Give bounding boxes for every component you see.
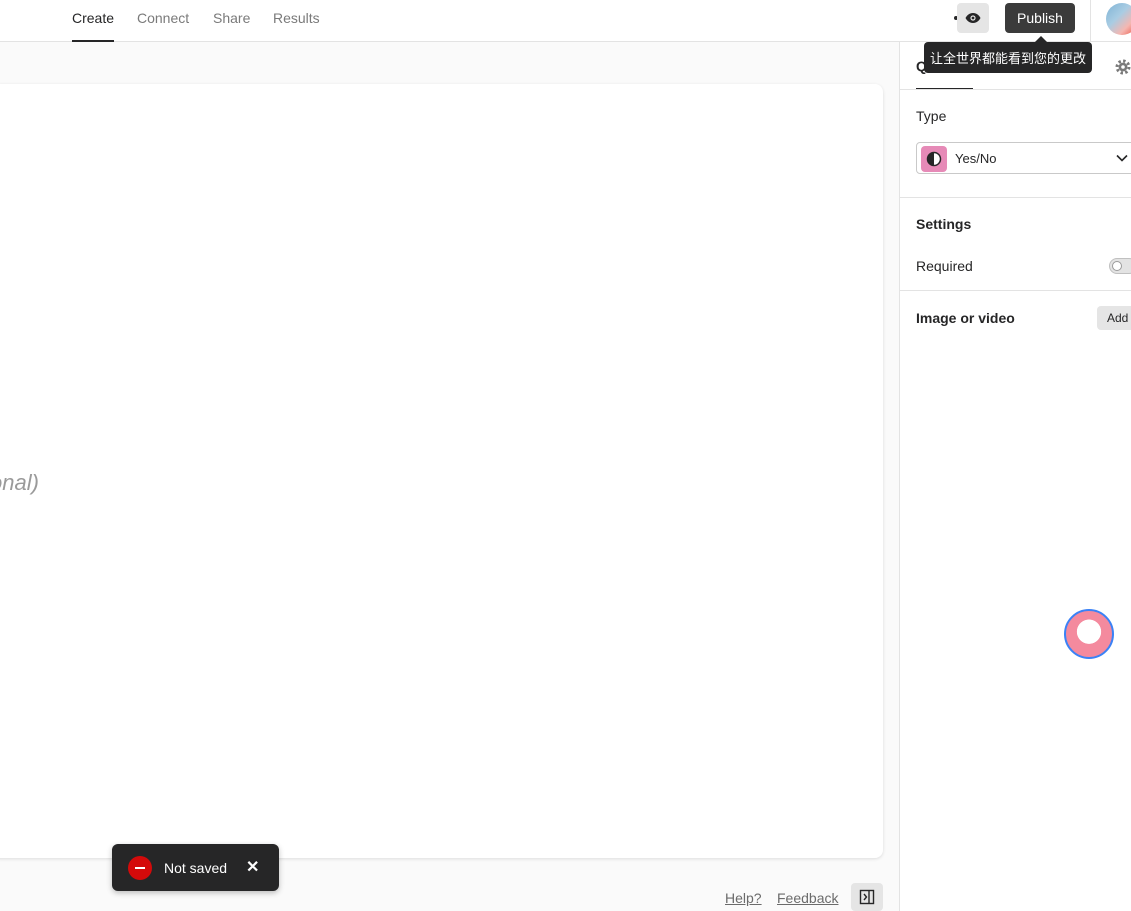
- avatar[interactable]: [1106, 3, 1131, 35]
- form-canvas-card: onal): [0, 84, 883, 858]
- type-label: Type: [916, 108, 947, 124]
- close-icon[interactable]: ✕: [246, 857, 259, 877]
- tab-connect[interactable]: Connect: [137, 0, 189, 42]
- divider: [900, 197, 1131, 198]
- chat-assistant-button[interactable]: [1064, 609, 1114, 659]
- panel-collapse-icon: [859, 889, 875, 905]
- gear-icon[interactable]: [1114, 58, 1131, 76]
- tab-share[interactable]: Share: [213, 0, 250, 42]
- divider: [1090, 0, 1091, 42]
- preview-button[interactable]: [957, 3, 989, 33]
- help-link[interactable]: Help?: [725, 890, 762, 906]
- tab-create[interactable]: Create: [72, 0, 115, 42]
- question-settings-panel: Q Type Yes/No Settings Required Image or…: [899, 42, 1131, 911]
- image-video-label: Image or video: [916, 310, 1015, 326]
- yes-no-icon: [921, 146, 947, 172]
- description-placeholder[interactable]: onal): [0, 470, 39, 496]
- minus-icon: [128, 856, 152, 880]
- tab-results[interactable]: Results: [273, 0, 320, 42]
- eye-icon: [965, 13, 981, 23]
- chevron-down-icon: [1116, 154, 1128, 162]
- settings-heading: Settings: [916, 216, 972, 232]
- question-type-select[interactable]: Yes/No: [916, 142, 1131, 174]
- publish-tooltip: 让全世界都能看到您的更改: [924, 36, 1092, 73]
- divider: [900, 290, 1131, 291]
- not-saved-toast: Not saved ✕: [112, 844, 279, 891]
- question-type-value: Yes/No: [955, 151, 997, 166]
- required-label: Required: [916, 258, 973, 274]
- required-toggle[interactable]: [1109, 258, 1131, 274]
- panel-collapse-button[interactable]: [851, 883, 883, 911]
- divider: [900, 89, 1131, 90]
- toast-message: Not saved: [164, 860, 228, 876]
- feedback-link[interactable]: Feedback: [777, 890, 838, 906]
- publish-button[interactable]: Publish: [1005, 3, 1075, 33]
- top-bar: Create Connect Share Results Publish: [0, 0, 1131, 42]
- toggle-knob: [1112, 261, 1122, 271]
- add-media-button[interactable]: Add: [1097, 306, 1131, 330]
